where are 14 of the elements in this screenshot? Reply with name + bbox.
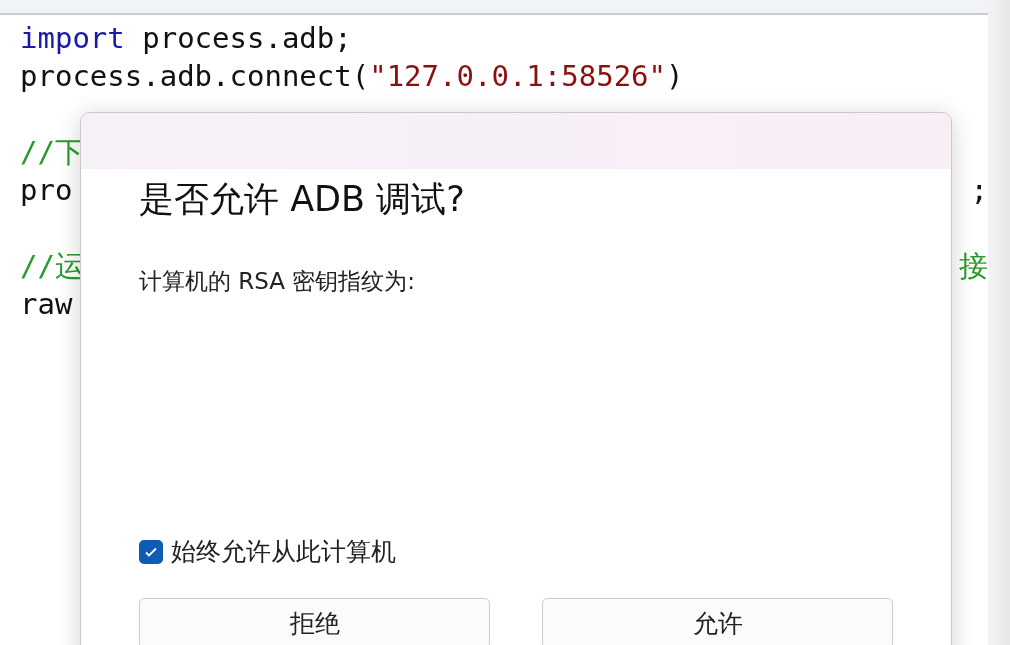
checkbox-label: 始终允许从此计算机 bbox=[171, 536, 396, 568]
checkbox[interactable] bbox=[139, 539, 163, 564]
allow-button[interactable]: 允许 bbox=[542, 598, 893, 645]
code-line: pro bbox=[20, 172, 73, 209]
code-line: raw bbox=[20, 286, 73, 323]
dialog-title: 是否允许 ADB 调试? bbox=[139, 178, 466, 221]
code-line: //运 bbox=[20, 248, 84, 285]
code-line: //下 bbox=[20, 134, 84, 171]
deny-button[interactable]: 拒绝 bbox=[139, 598, 490, 645]
code-fragment: ; bbox=[970, 172, 988, 209]
dialog-message: 计算机的 RSA 密钥指纹为: bbox=[139, 267, 417, 296]
code-line: process.adb.connect("127.0.0.1:58526") bbox=[20, 58, 684, 95]
code-line: import process.adb; bbox=[20, 20, 352, 57]
code-fragment: 接 bbox=[959, 248, 988, 285]
